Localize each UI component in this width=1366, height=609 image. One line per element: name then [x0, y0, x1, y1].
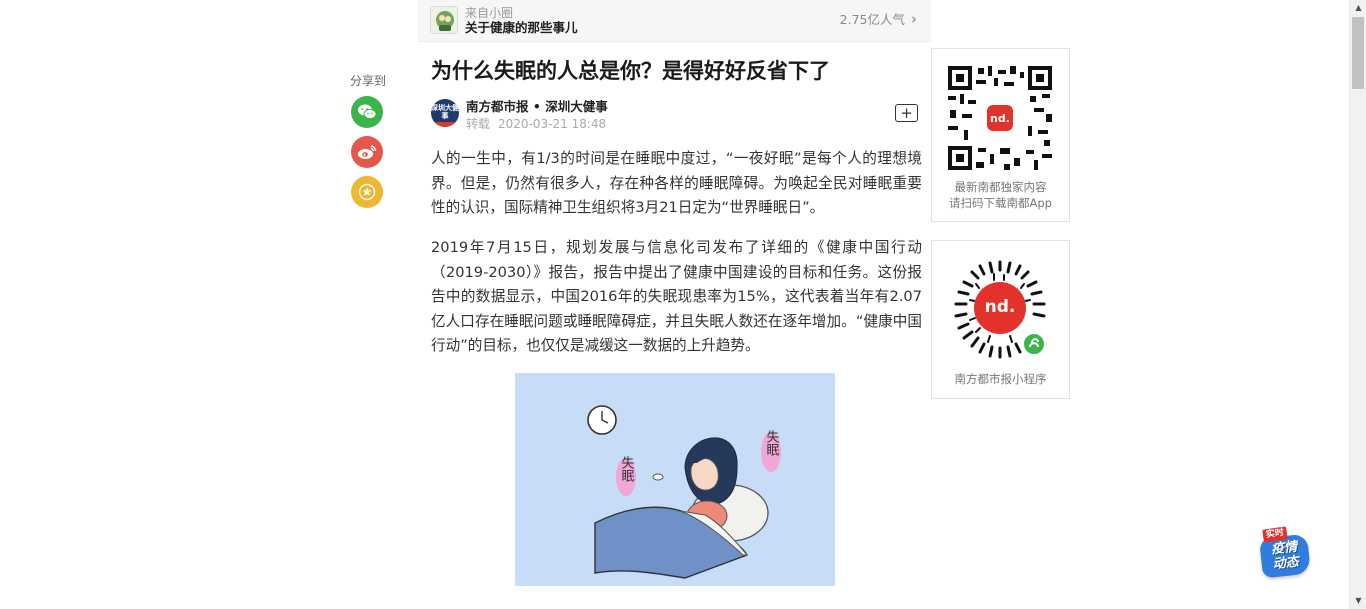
- chevron-right-icon: ›: [911, 10, 917, 28]
- mini-program-caption: 南方都市报小程序: [954, 372, 1047, 386]
- app-qr-card: nd. 最新南都独家内容 请扫码下载南都App: [931, 48, 1070, 222]
- scroll-down-arrow-icon[interactable]: ▼: [1350, 593, 1366, 609]
- vertical-scrollbar[interactable]: ▲ ▼: [1349, 0, 1366, 609]
- favorite-button[interactable]: [351, 176, 383, 208]
- insomnia-label-right: 失眠: [764, 430, 780, 457]
- app-logo-text: nd.: [990, 112, 1010, 125]
- source-circle-bar[interactable]: 来自小圈 关于健康的那些事儿 2.75亿人气 ›: [418, 0, 931, 42]
- mini-program-card: nd. 南方都市报小程序: [931, 240, 1070, 399]
- epidemic-updates-badge[interactable]: 实时 疫情 动态: [1259, 526, 1311, 579]
- share-weibo-button[interactable]: [351, 136, 383, 168]
- publish-datetime: 2020-03-21 18:48: [498, 117, 607, 131]
- weibo-icon: [358, 145, 377, 159]
- app-qr-caption: 最新南都独家内容 请扫码下载南都App: [932, 179, 1069, 211]
- wechat-icon: [358, 104, 377, 120]
- popularity-count: 2.75亿人气: [839, 12, 905, 27]
- article-illustration: 失眠 失眠: [515, 373, 835, 586]
- star-icon: [358, 183, 376, 201]
- repost-label: 转载: [466, 117, 491, 131]
- scrollbar-thumb[interactable]: [1352, 17, 1364, 89]
- clock-icon: [587, 405, 617, 435]
- author-name[interactable]: 南方都市报 • 深圳大健事: [466, 99, 608, 115]
- circle-name[interactable]: 关于健康的那些事儿: [465, 20, 578, 35]
- circle-avatar: [430, 6, 458, 34]
- app-qr-caption-line1: 最新南都独家内容: [954, 180, 1047, 194]
- app-qr-caption-line2: 请扫码下载南都App: [949, 196, 1052, 210]
- share-wechat-button[interactable]: [351, 96, 383, 128]
- article-title: 为什么失眠的人总是你？是得好好反省下了: [431, 59, 830, 83]
- article-paragraph: 2019年7月15日，规划发展与信息化司发布了详细的《健康中国行动（2019-2…: [431, 239, 922, 354]
- mini-program-code: nd.: [946, 256, 1054, 364]
- scroll-up-arrow-icon[interactable]: ▲: [1350, 0, 1366, 16]
- article-meta: 转载 2020-03-21 18:48: [466, 117, 614, 132]
- article-paragraph: 人的一生中，有1/3的时间是在睡眠中度过，“一夜好眠”是每个人的理想境界。但是，…: [431, 150, 922, 216]
- author-avatar[interactable]: 深圳大健事: [431, 99, 459, 127]
- badge-text: 疫情 动态: [1264, 539, 1307, 573]
- app-qr-code: nd.: [946, 64, 1054, 172]
- source-from-label: 来自小圈: [465, 6, 514, 20]
- follow-button[interactable]: +: [895, 104, 918, 122]
- mini-program-logo-text: nd.: [985, 297, 1016, 317]
- insomnia-label-left: 失眠: [619, 456, 635, 483]
- author-avatar-text: 深圳大健事: [431, 104, 459, 120]
- share-label: 分享到: [350, 74, 387, 88]
